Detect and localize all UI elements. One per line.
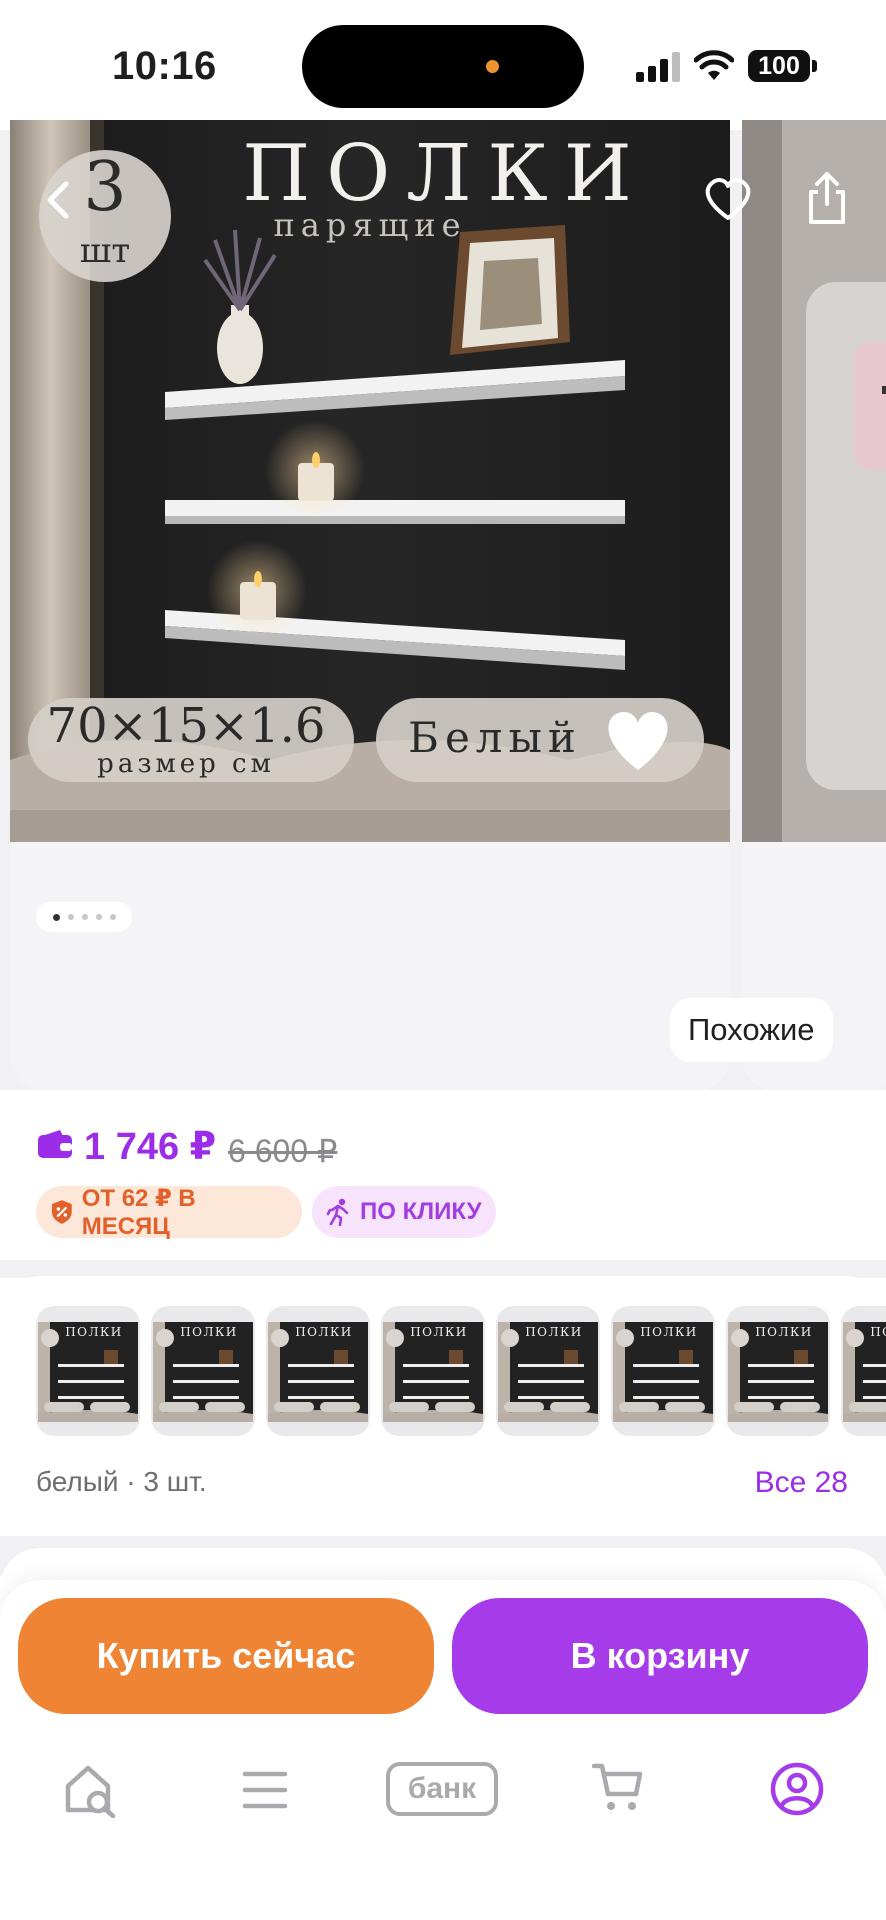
recording-dot (486, 60, 499, 73)
variant-thumbnail-title: ПОЛКИ (870, 1325, 886, 1339)
cart-icon[interactable] (592, 1762, 644, 1814)
installment-badge-label: ОТ 62 ₽ В МЕСЯЦ (81, 1184, 196, 1240)
image-count-unit: шт (80, 231, 130, 271)
wallet-icon (38, 1130, 72, 1158)
running-person-icon (326, 1198, 349, 1226)
image-size: 70×15×1.6 (47, 698, 326, 754)
variant-thumbnail[interactable]: ПОЛКИ (36, 1306, 140, 1436)
similar-button[interactable]: Похожие (670, 998, 833, 1062)
installment-badge[interactable]: ОТ 62 ₽ В МЕСЯЦ (36, 1184, 302, 1240)
home-indicator (306, 1896, 580, 1906)
share-icon[interactable] (806, 170, 848, 226)
variant-thumbnail-image: ПОЛКИ (613, 1322, 713, 1422)
wifi-icon (694, 50, 734, 80)
dynamic-island (302, 25, 584, 108)
image-count-number: 3 (83, 148, 126, 227)
variant-thumbnail-title: ПОЛКИ (65, 1325, 123, 1339)
buy-now-button[interactable]: Купить сейчас (18, 1598, 434, 1714)
variant-thumbnail-image: ПОЛКИ (268, 1322, 368, 1422)
gallery-pagination-dots (36, 902, 132, 932)
product-photo[interactable]: 3 шт ПОЛКИ парящие 70×15×1.6 размер см Б… (10, 120, 730, 842)
variant-thumbnail-image: ПОЛКИ (383, 1322, 483, 1422)
variant-thumbnail-title: ПОЛКИ (410, 1325, 468, 1339)
variant-thumbnail[interactable]: ПОЛКИ (726, 1306, 830, 1436)
variant-thumbnail[interactable]: ПОЛКИ (611, 1306, 715, 1436)
variant-thumbnail-title: ПОЛКИ (295, 1325, 353, 1339)
variant-thumbnail-image: ПОЛКИ (843, 1322, 886, 1422)
cellular-signal-icon (636, 52, 680, 82)
variant-thumbnail-image: ПОЛКИ (38, 1322, 138, 1422)
favorite-heart-icon[interactable] (702, 176, 754, 222)
current-price: 1 746 ₽ (84, 1126, 217, 1168)
old-price: 6 600 ₽ (228, 1133, 338, 1169)
all-variants-link[interactable]: Все 28 (755, 1466, 848, 1500)
add-to-cart-button[interactable]: В корзину (452, 1598, 868, 1714)
variant-thumbnail[interactable]: ПОЛКИ (266, 1306, 370, 1436)
shield-percent-icon (51, 1200, 72, 1224)
image-subtitle: парящие (273, 206, 466, 244)
variant-thumbnail-image: ПОЛКИ (153, 1322, 253, 1422)
dot (109, 914, 116, 920)
one-click-badge[interactable]: ПО КЛИКУ (312, 1186, 496, 1238)
variant-thumbnail[interactable]: ПОЛКИ (496, 1306, 600, 1436)
variant-thumbnail-image: ПОЛКИ (728, 1322, 828, 1422)
dot (67, 914, 74, 920)
variant-thumbnail-title: ПОЛКИ (525, 1325, 583, 1339)
dot (81, 914, 88, 920)
profile-icon[interactable] (770, 1762, 824, 1816)
tab-bar: банк (0, 1750, 886, 1830)
home-search-icon[interactable] (64, 1764, 118, 1818)
battery-indicator: 100 (748, 50, 810, 82)
image-size-caption: размер см (97, 749, 275, 779)
selected-variant-label: белый · 3 шт. (36, 1466, 207, 1497)
variant-thumbnail[interactable]: ПОЛКИ (151, 1306, 255, 1436)
variant-thumbnail[interactable]: ПОЛКИ (381, 1306, 485, 1436)
status-bar: 10:16 100 (0, 0, 886, 130)
next-product-photo[interactable] (742, 120, 886, 842)
back-button[interactable] (44, 180, 70, 220)
battery-tip (812, 60, 817, 72)
image-color-name: Белый (408, 713, 582, 762)
variant-thumbnail-title: ПОЛКИ (755, 1325, 813, 1339)
dot-active (52, 913, 60, 921)
bank-icon[interactable]: банк (386, 1762, 498, 1816)
variant-thumbnails[interactable]: ПОЛКИ ПОЛКИ ПОЛКИ ПОЛКИ ПОЛКИ ПОЛКИ ПОЛКИ ПОЛКИ (36, 1306, 886, 1436)
dot (95, 914, 102, 920)
status-time: 10:16 (112, 44, 217, 88)
variant-thumbnail-image: ПОЛКИ (498, 1322, 598, 1422)
one-click-badge-label: ПО КЛИКУ (360, 1198, 482, 1225)
variant-thumbnail-title: ПОЛКИ (640, 1325, 698, 1339)
variant-thumbnail[interactable]: ПОЛКИ (841, 1306, 886, 1436)
variant-thumbnail-title: ПОЛКИ (180, 1325, 238, 1339)
catalog-menu-icon[interactable] (242, 1770, 288, 1810)
